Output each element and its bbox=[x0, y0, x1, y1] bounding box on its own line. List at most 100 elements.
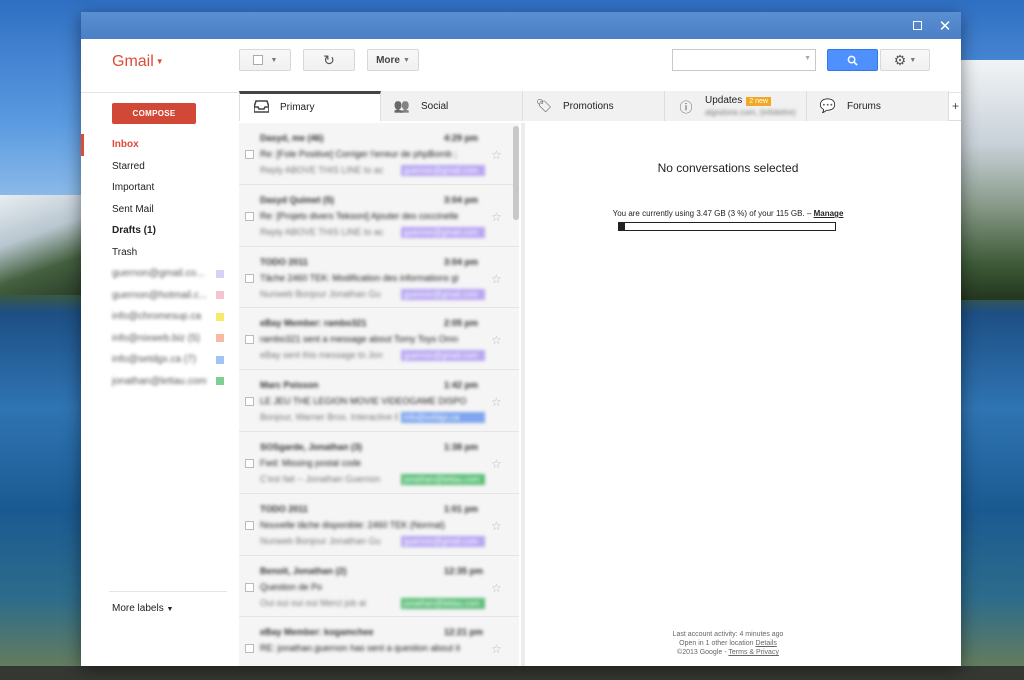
sidebar-item-4[interactable]: Drafts (1) bbox=[81, 220, 231, 242]
table-row[interactable]: Benoit, Jonathan (2) 12:35 pm Question de … bbox=[239, 556, 519, 618]
tab-updates[interactable]: ⓘ Updates 2 new algodone.com, (infolettre) bbox=[665, 91, 807, 121]
select-button[interactable]: ▼ bbox=[239, 49, 291, 71]
sidebar-item-6[interactable]: guernon@gmail.co... bbox=[81, 263, 231, 285]
row-checkbox[interactable] bbox=[245, 397, 254, 407]
sidebar-item-1[interactable]: Starred bbox=[81, 156, 231, 178]
sender: TODO 2011 bbox=[260, 503, 308, 514]
star-icon[interactable]: ☆ bbox=[491, 148, 502, 162]
sidebar-item-11[interactable]: jonathan@lettau.com bbox=[81, 371, 231, 393]
label-color-swatch[interactable] bbox=[216, 291, 224, 300]
close-button[interactable]: ✕ bbox=[931, 12, 959, 39]
sidebar-divider bbox=[109, 591, 227, 592]
row-checkbox[interactable] bbox=[245, 211, 254, 221]
label-color-swatch[interactable] bbox=[216, 355, 224, 364]
tab-label: Social bbox=[421, 100, 449, 112]
compose-button[interactable]: COMPOSE bbox=[112, 103, 196, 124]
details-link[interactable]: Details bbox=[755, 640, 776, 647]
gmail-menu[interactable]: Gmail ▼ bbox=[112, 53, 164, 71]
tab-text: Forums bbox=[847, 101, 881, 112]
sidebar-item-0[interactable]: Inbox bbox=[81, 134, 231, 156]
sender: Marc Poisson bbox=[260, 380, 319, 391]
star-icon[interactable]: ☆ bbox=[491, 333, 502, 347]
subject: RE: jonathan.guernon has sent a question… bbox=[260, 643, 461, 654]
sender: eBay Member: kogamchee bbox=[260, 627, 374, 638]
maximize-button[interactable] bbox=[903, 12, 931, 39]
label-color-swatch[interactable] bbox=[216, 312, 224, 321]
settings-button[interactable]: ⚙ ▼ bbox=[880, 49, 930, 71]
sidebar-item-9[interactable]: info@nixweb.biz (5) bbox=[81, 328, 231, 350]
subject: Re: [Fole Positive] Corriger l'erreur de… bbox=[260, 149, 457, 159]
star-icon[interactable]: ☆ bbox=[491, 581, 502, 595]
label-chip: guernon@gmail.com bbox=[401, 350, 485, 362]
snippet: eBay sent this message to Jon bbox=[260, 350, 383, 361]
tab-title: Primary bbox=[280, 102, 314, 113]
sidebar-item-3[interactable]: Sent Mail bbox=[81, 199, 231, 221]
label-color-swatch[interactable] bbox=[216, 377, 224, 386]
star-icon[interactable]: ☆ bbox=[491, 457, 502, 471]
sidebar-item-2[interactable]: Important bbox=[81, 177, 231, 199]
table-row[interactable]: TODO 2011 3:04 pm Tâche 2460 TEK: Modifica… bbox=[239, 247, 519, 309]
search-field[interactable]: ▼ bbox=[672, 49, 816, 71]
row-checkbox[interactable] bbox=[245, 458, 254, 468]
table-row[interactable]: Marc Poisson 1:42 pm LE JEU THE LEGION MOV… bbox=[239, 370, 519, 432]
manage-link[interactable]: Manage bbox=[814, 209, 844, 218]
timestamp: 3:04 pm bbox=[444, 256, 479, 267]
tab-forums[interactable]: 💬 Forums bbox=[807, 91, 949, 121]
refresh-button[interactable]: ↻ bbox=[303, 49, 355, 71]
sidebar-item-label: info@nixweb.biz (5) bbox=[112, 332, 200, 344]
row-checkbox[interactable] bbox=[245, 582, 254, 592]
chevron-down-icon: ▼ bbox=[166, 606, 174, 613]
more-button[interactable]: More ▼ bbox=[367, 49, 419, 71]
sidebar-item-8[interactable]: info@chromesup.ca bbox=[81, 306, 231, 328]
star-icon[interactable]: ☆ bbox=[491, 642, 502, 656]
table-row[interactable]: SOSgarde, Jonathan (3) 1:38 pm Fwd: Missin… bbox=[239, 432, 519, 494]
tab-subtitle: algodone.com, (infolettre) bbox=[705, 108, 796, 117]
tab-title: Promotions bbox=[563, 101, 614, 112]
row-checkbox[interactable] bbox=[245, 520, 254, 530]
label-color-swatch[interactable] bbox=[216, 269, 224, 278]
sidebar-item-10[interactable]: info@setdgx.ca (7) bbox=[81, 349, 231, 371]
row-checkbox[interactable] bbox=[245, 273, 254, 283]
table-row[interactable]: eBay Member: kogamchee 12:21 pm RE: jonath… bbox=[239, 617, 519, 666]
table-row[interactable]: TODO 2011 1:01 pm Nouvelle tâche disponibl… bbox=[239, 494, 519, 556]
select-all-checkbox[interactable] bbox=[252, 55, 263, 65]
subject: Question de Po bbox=[260, 581, 323, 592]
sidebar-item-label: guernon@gmail.co... bbox=[112, 268, 205, 280]
sender: Dasyd Quimet (5) bbox=[260, 194, 335, 205]
star-icon[interactable]: ☆ bbox=[491, 272, 502, 286]
search-input[interactable] bbox=[673, 50, 801, 70]
search-button[interactable] bbox=[827, 49, 878, 71]
row-checkbox[interactable] bbox=[245, 644, 254, 654]
snippet: Bonjour, Warner Bros. Interactive E bbox=[260, 412, 398, 423]
message-list-scrollbar[interactable] bbox=[513, 126, 519, 220]
tab-label: Forums bbox=[847, 100, 881, 112]
add-tab-icon[interactable]: + bbox=[952, 99, 959, 113]
timestamp: 12:21 pm bbox=[444, 627, 484, 638]
sidebar: COMPOSE Inbox Starred Important Sent Mail Dr… bbox=[81, 93, 231, 666]
star-icon[interactable]: ☆ bbox=[491, 519, 502, 533]
timestamp: 3:04 pm bbox=[444, 194, 479, 205]
tab-promotions[interactable]: 🏷 Promotions bbox=[523, 91, 665, 121]
new-badge: 2 new bbox=[746, 97, 771, 106]
sidebar-item-5[interactable]: Trash bbox=[81, 242, 231, 264]
chevron-down-icon: ▼ bbox=[155, 57, 164, 67]
last-activity: Last account activity: 4 minutes ago bbox=[672, 631, 784, 638]
terms-link[interactable]: Terms & Privacy bbox=[728, 649, 779, 656]
table-row[interactable]: Dasyd Quimet (5) 3:04 pm Re: [Projets dive… bbox=[239, 185, 519, 247]
row-checkbox[interactable] bbox=[245, 150, 254, 159]
gmail-logo: Gmail bbox=[112, 53, 154, 70]
star-icon[interactable]: ☆ bbox=[491, 210, 502, 224]
star-icon[interactable]: ☆ bbox=[491, 395, 502, 409]
sidebar-item-7[interactable]: guernon@hotmail.c... bbox=[81, 285, 231, 307]
subject: Nouvelle tâche disponible: 2460 TEK (Nor… bbox=[260, 519, 445, 530]
tab-title: Social bbox=[421, 101, 448, 112]
label-chip: jonathan@lettau.com bbox=[401, 597, 485, 609]
search-options-icon[interactable]: ▼ bbox=[804, 55, 811, 62]
tab-social[interactable]: 👥 Social bbox=[381, 91, 523, 121]
table-row[interactable]: eBay Member: rambo321 2:05 pm rambo321 sen… bbox=[239, 308, 519, 371]
tab-primary[interactable]: Primary bbox=[239, 91, 381, 121]
more-labels-link[interactable]: More labels ▼ bbox=[112, 603, 173, 614]
label-color-swatch[interactable] bbox=[216, 334, 224, 343]
table-row[interactable]: Dasyd, me (46) 4:29 pm Re: [Fole Positive]… bbox=[239, 123, 519, 185]
row-checkbox[interactable] bbox=[245, 335, 254, 345]
